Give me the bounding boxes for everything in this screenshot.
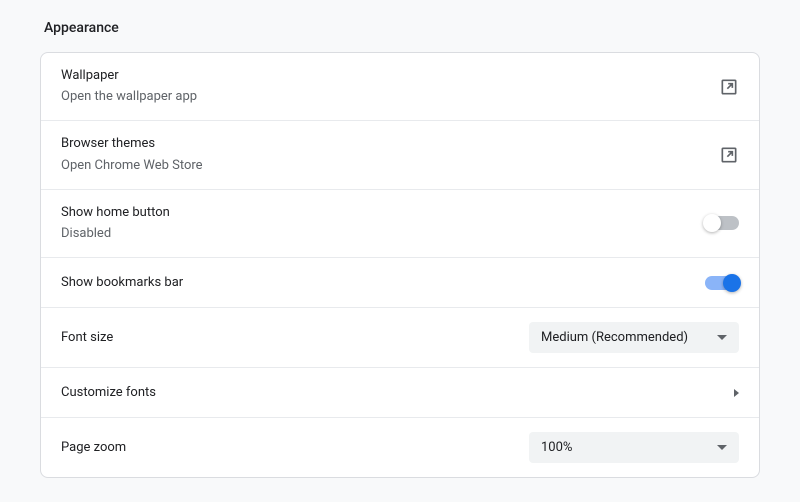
home-button-toggle[interactable]	[705, 216, 739, 230]
themes-row[interactable]: Browser themes Open Chrome Web Store	[41, 121, 759, 189]
customize-fonts-text: Customize fonts	[61, 384, 156, 402]
toggle-knob	[703, 214, 721, 232]
font-size-row: Font size Medium (Recommended)	[41, 308, 759, 368]
bookmarks-bar-toggle[interactable]	[705, 276, 739, 290]
page-zoom-text: Page zoom	[61, 439, 126, 457]
wallpaper-subtitle: Open the wallpaper app	[61, 88, 197, 106]
chevron-right-icon	[734, 389, 739, 397]
wallpaper-text: Wallpaper Open the wallpaper app	[61, 67, 197, 106]
bookmarks-bar-row: Show bookmarks bar	[41, 258, 759, 308]
open-external-icon	[719, 77, 739, 97]
font-size-dropdown[interactable]: Medium (Recommended)	[529, 322, 739, 353]
home-button-title: Show home button	[61, 204, 170, 222]
font-size-text: Font size	[61, 329, 113, 347]
toggle-knob	[723, 274, 741, 292]
customize-fonts-row[interactable]: Customize fonts	[41, 368, 759, 418]
themes-subtitle: Open Chrome Web Store	[61, 157, 203, 175]
bookmarks-bar-title: Show bookmarks bar	[61, 274, 183, 292]
themes-title: Browser themes	[61, 135, 203, 153]
page-zoom-dropdown[interactable]: 100%	[529, 432, 739, 463]
open-external-icon	[719, 145, 739, 165]
wallpaper-title: Wallpaper	[61, 67, 197, 85]
font-size-value: Medium (Recommended)	[541, 330, 688, 345]
font-size-title: Font size	[61, 329, 113, 347]
home-button-subtitle: Disabled	[61, 225, 170, 243]
chevron-down-icon	[717, 335, 727, 340]
chevron-down-icon	[717, 445, 727, 450]
home-button-row: Show home button Disabled	[41, 190, 759, 258]
page-zoom-title: Page zoom	[61, 439, 126, 457]
section-title: Appearance	[44, 20, 760, 36]
customize-fonts-title: Customize fonts	[61, 384, 156, 402]
page-zoom-row: Page zoom 100%	[41, 418, 759, 477]
appearance-card: Wallpaper Open the wallpaper app Browser…	[40, 52, 760, 478]
page-zoom-value: 100%	[541, 440, 572, 455]
home-button-text: Show home button Disabled	[61, 204, 170, 243]
themes-text: Browser themes Open Chrome Web Store	[61, 135, 203, 174]
wallpaper-row[interactable]: Wallpaper Open the wallpaper app	[41, 53, 759, 121]
bookmarks-bar-text: Show bookmarks bar	[61, 274, 183, 292]
